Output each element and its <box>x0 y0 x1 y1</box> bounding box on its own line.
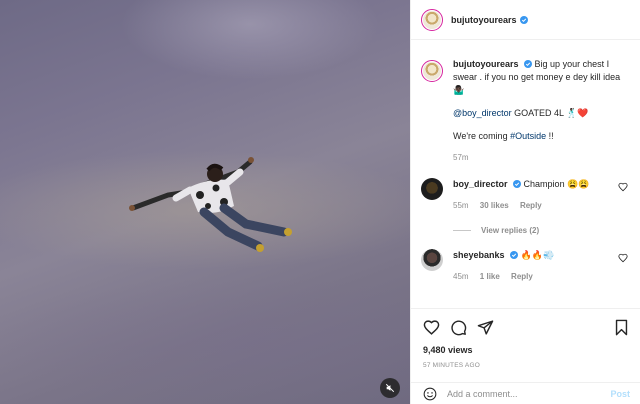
verified-badge-icon <box>519 15 528 24</box>
comment-emoji: 😩😩 <box>567 179 590 189</box>
caption-username[interactable]: bujutoyourears <box>453 59 519 69</box>
caption-meta: 57m <box>453 151 628 164</box>
caption-text-3: We're coming #Outside !! <box>453 130 628 143</box>
comment-like-icon[interactable] <box>618 182 628 192</box>
verified-badge-icon <box>510 251 519 259</box>
caption-text-2: @boy_director GOATED 4L 🕺🏿❤️ <box>453 107 628 120</box>
mention-link[interactable]: @boy_director <box>453 108 512 118</box>
caption-emoji-2: 🕺🏿❤️ <box>566 108 589 118</box>
comment-username[interactable]: boy_director <box>453 179 508 189</box>
caption: bujutoyourears Big up your chest I swear… <box>421 58 628 164</box>
comment-time[interactable]: 45m <box>453 272 469 281</box>
caption-author-avatar[interactable] <box>421 60 443 82</box>
comment-meta: 55m 30 likes Reply <box>453 199 618 212</box>
caption-emoji: 🤷🏿‍♂️ <box>453 85 465 95</box>
comment-meta: 45m 1 like Reply <box>453 270 618 283</box>
emoji-icon[interactable] <box>423 387 437 401</box>
view-replies-label: View replies (2) <box>481 226 540 235</box>
comment-input[interactable] <box>447 388 611 399</box>
commenter-avatar[interactable] <box>421 178 443 200</box>
water-reflection <box>120 0 380 80</box>
water-shadow <box>0 280 410 404</box>
post-actions: 9,480 views 57 MINUTES AGO <box>411 308 640 382</box>
comment-item: sheyebanks 🔥🔥💨 45m 1 like Reply <box>421 249 628 283</box>
comment-like-icon[interactable] <box>618 253 628 263</box>
author-avatar[interactable] <box>421 8 443 31</box>
comment-body: sheyebanks 🔥🔥💨 45m 1 like Reply <box>453 249 618 283</box>
post-video[interactable] <box>0 0 410 404</box>
comment-body: boy_director Champion 😩😩 55m 30 likes Re… <box>453 178 618 212</box>
caption-text-3-suffix: !! <box>546 131 554 141</box>
bookmark-icon[interactable] <box>613 319 630 336</box>
hashtag-link[interactable]: #Outside <box>510 131 546 141</box>
comment-emoji: 🔥🔥💨 <box>520 250 555 260</box>
mute-button[interactable] <box>380 378 400 398</box>
caption-body: bujutoyourears Big up your chest I swear… <box>453 58 628 164</box>
verified-badge-icon <box>513 180 522 188</box>
comment-likes[interactable]: 1 like <box>480 272 500 281</box>
caption-text-2-rest: GOATED 4L <box>511 108 564 118</box>
post-sidebar: bujutoyourears bujutoyourears Big up you… <box>410 0 640 404</box>
view-replies-divider <box>453 230 471 231</box>
heart-icon[interactable] <box>423 319 440 336</box>
comment-likes[interactable]: 30 likes <box>480 201 509 210</box>
reply-button[interactable]: Reply <box>520 201 542 210</box>
comment-item: boy_director Champion 😩😩 55m 30 likes Re… <box>421 178 628 212</box>
action-icons <box>423 317 630 337</box>
post-timestamp[interactable]: 57 MINUTES AGO <box>423 362 630 369</box>
post-comment-button[interactable]: Post <box>610 389 630 399</box>
author-username[interactable]: bujutoyourears <box>451 15 517 25</box>
share-icon[interactable] <box>477 319 494 336</box>
mute-icon <box>385 383 395 393</box>
comments-section: bujutoyourears Big up your chest I swear… <box>411 40 640 308</box>
caption-text-3-prefix: We're coming <box>453 131 511 141</box>
caption-time[interactable]: 57m <box>453 153 469 162</box>
reply-button[interactable]: Reply <box>511 272 533 281</box>
comment-icon[interactable] <box>450 319 467 336</box>
comment-time[interactable]: 55m <box>453 201 469 210</box>
caption-text-1: bujutoyourears Big up your chest I swear… <box>453 58 628 97</box>
comment-text: Champion <box>523 179 565 189</box>
comment-username[interactable]: sheyebanks <box>453 250 505 260</box>
post-header: bujutoyourears <box>411 0 640 40</box>
view-count[interactable]: 9,480 views <box>423 345 630 355</box>
view-replies-button[interactable]: View replies (2) <box>453 226 628 235</box>
floating-person-image <box>129 157 292 252</box>
verified-badge-icon <box>524 60 533 68</box>
post-view: bujutoyourears bujutoyourears Big up you… <box>0 0 640 404</box>
comment-composer: Post <box>411 382 640 404</box>
commenter-avatar[interactable] <box>421 249 443 271</box>
